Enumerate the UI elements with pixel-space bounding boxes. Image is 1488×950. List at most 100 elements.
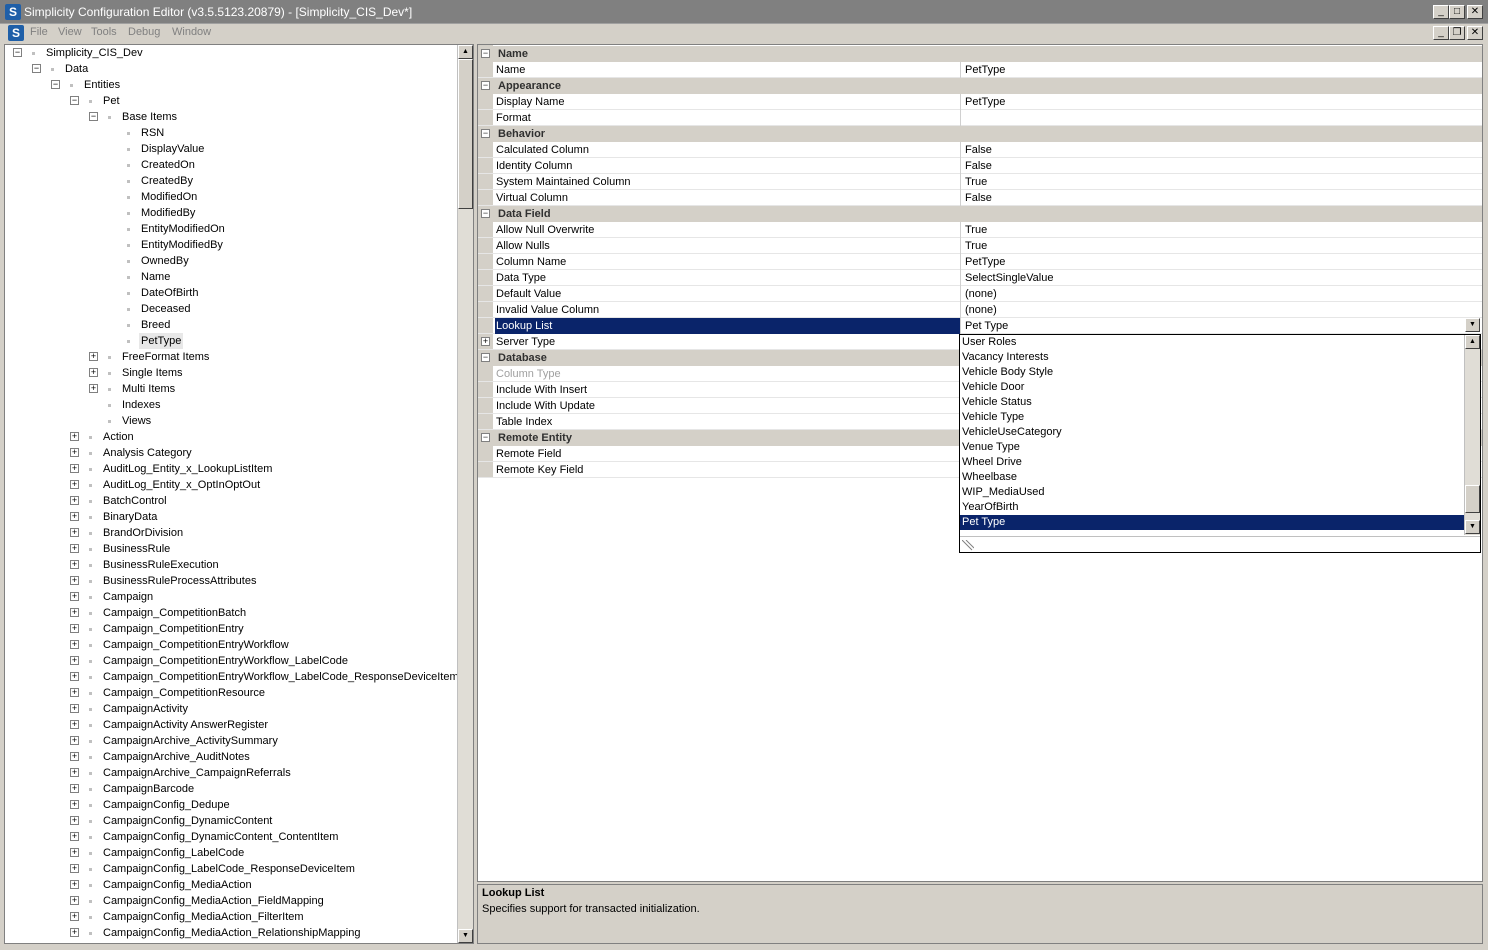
tree-node-entity[interactable]: + Campaign_CompetitionEntry [5, 621, 457, 637]
category-behavior[interactable]: − Behavior [478, 126, 1482, 142]
tree-node-field[interactable]: PetType [5, 333, 457, 349]
tree-node-field[interactable]: EntityModifiedBy [5, 237, 457, 253]
prop-value[interactable]: PetType [960, 62, 1482, 78]
prop-data-type[interactable]: Data Type SelectSingleValue [478, 270, 1482, 286]
collapse-icon[interactable]: − [481, 129, 490, 138]
tree-node-entity[interactable]: + CampaignConfig_MediaAction_FilterItem [5, 909, 457, 925]
tree-node-field[interactable]: ModifiedBy [5, 205, 457, 221]
tree-node-group[interactable]: + FreeFormat Items [5, 349, 457, 365]
expand-icon[interactable]: + [70, 736, 79, 745]
tree-node-entity[interactable]: + CampaignConfig_LabelCode [5, 845, 457, 861]
tree-scrollbar[interactable]: ▲ ▼ [457, 45, 473, 943]
prop-default-value[interactable]: Default Value (none) [478, 286, 1482, 302]
expand-icon[interactable]: + [70, 432, 79, 441]
collapse-icon[interactable]: − [481, 209, 490, 218]
mdi-minimize-button[interactable]: _ [1433, 26, 1449, 40]
collapse-icon[interactable]: − [89, 112, 98, 121]
tree-node-entity[interactable]: + CampaignConfig_MediaAction [5, 877, 457, 893]
scroll-up-icon[interactable]: ▲ [458, 45, 473, 59]
expand-icon[interactable]: + [70, 672, 79, 681]
tree-node-entity[interactable]: + Campaign_CompetitionEntryWorkflow_Label… [5, 669, 459, 685]
expand-icon[interactable]: + [70, 848, 79, 857]
scroll-down-icon[interactable]: ▼ [1465, 520, 1480, 534]
tree-node-entity[interactable]: + CampaignArchive_CampaignReferrals [5, 765, 457, 781]
expand-icon[interactable]: + [70, 800, 79, 809]
expand-icon[interactable]: + [70, 832, 79, 841]
expand-icon[interactable]: + [70, 864, 79, 873]
expand-icon[interactable]: + [70, 448, 79, 457]
collapse-icon[interactable]: − [481, 49, 490, 58]
document-icon[interactable]: S [8, 25, 24, 41]
expand-icon[interactable]: + [70, 528, 79, 537]
prop-value[interactable]: False [960, 190, 1482, 206]
collapse-icon[interactable]: − [32, 64, 41, 73]
entity-tree[interactable]: − Simplicity_CIS_Dev − Data − Entities − Pet − Ba… [4, 44, 474, 944]
tree-node-base-items[interactable]: − Base Items [5, 109, 457, 125]
dropdown-scrollbar[interactable]: ▲ ▼ [1464, 335, 1480, 535]
expand-icon[interactable]: + [70, 928, 79, 937]
expand-icon[interactable]: + [70, 784, 79, 793]
prop-value[interactable]: False [960, 142, 1482, 158]
tree-node-entity[interactable]: + CampaignConfig_DynamicContent [5, 813, 457, 829]
minimize-button[interactable]: _ [1433, 5, 1449, 19]
expand-icon[interactable]: + [70, 624, 79, 633]
dropdown-option[interactable]: User Roles [960, 335, 1464, 350]
expand-icon[interactable]: + [70, 688, 79, 697]
tree-node-root[interactable]: − Simplicity_CIS_Dev [5, 45, 457, 61]
lookup-list-dropdown[interactable]: ▲ ▼ User Roles Vacancy Interests Vehicle B… [959, 334, 1481, 553]
expand-icon[interactable]: + [70, 704, 79, 713]
expand-icon[interactable]: + [89, 368, 98, 377]
tree-node-field[interactable]: Breed [5, 317, 457, 333]
tree-node-entity[interactable]: + CampaignActivity [5, 701, 457, 717]
prop-calculated-column[interactable]: Calculated Column False [478, 142, 1482, 158]
prop-value[interactable]: PetType [960, 254, 1482, 270]
expand-icon[interactable]: + [481, 337, 490, 346]
tree-node-entity[interactable]: + BatchControl [5, 493, 457, 509]
tree-node-field[interactable]: CreatedBy [5, 173, 457, 189]
expand-icon[interactable]: + [70, 896, 79, 905]
tree-node-field[interactable]: Deceased [5, 301, 457, 317]
prop-allow-nulls[interactable]: Allow Nulls True [478, 238, 1482, 254]
tree-node-entity[interactable]: + CampaignConfig_MediaAction_Relationship… [5, 925, 457, 941]
category-appearance[interactable]: − Appearance [478, 78, 1482, 94]
scroll-thumb[interactable] [458, 59, 473, 209]
category-data-field[interactable]: − Data Field [478, 206, 1482, 222]
dropdown-option[interactable]: Vehicle Type [960, 410, 1464, 425]
expand-icon[interactable]: + [89, 352, 98, 361]
collapse-icon[interactable]: − [481, 353, 490, 362]
tree-node-field[interactable]: ModifiedOn [5, 189, 457, 205]
collapse-icon[interactable]: − [51, 80, 60, 89]
prop-value[interactable]: True [960, 238, 1482, 254]
tree-node-entity[interactable]: + AuditLog_Entity_x_LookupListItem [5, 461, 457, 477]
dropdown-option[interactable]: Vehicle Body Style [960, 365, 1464, 380]
mdi-close-button[interactable]: ✕ [1467, 26, 1483, 40]
collapse-icon[interactable]: − [70, 96, 79, 105]
dropdown-option[interactable]: VehicleUseCategory [960, 425, 1464, 440]
prop-column-name[interactable]: Column Name PetType [478, 254, 1482, 270]
dropdown-arrow-icon[interactable]: ▼ [1465, 318, 1480, 332]
expand-icon[interactable]: + [70, 816, 79, 825]
tree-node-entity[interactable]: + Campaign [5, 589, 457, 605]
menu-view[interactable]: View [58, 26, 82, 38]
tree-node-field[interactable]: EntityModifiedOn [5, 221, 457, 237]
menu-tools[interactable]: Tools [91, 26, 117, 38]
prop-value[interactable]: True [960, 174, 1482, 190]
collapse-icon[interactable]: − [481, 81, 490, 90]
prop-value[interactable]: (none) [960, 286, 1482, 302]
expand-icon[interactable]: + [70, 496, 79, 505]
maximize-button[interactable]: □ [1449, 5, 1465, 19]
scroll-up-icon[interactable]: ▲ [1465, 335, 1480, 349]
tree-node-group[interactable]: + Multi Items [5, 381, 457, 397]
tree-node-entity[interactable]: + BusinessRuleProcessAttributes [5, 573, 457, 589]
expand-icon[interactable]: + [70, 608, 79, 617]
tree-node-field[interactable]: OwnedBy [5, 253, 457, 269]
collapse-icon[interactable]: − [13, 48, 22, 57]
expand-icon[interactable]: + [70, 640, 79, 649]
dropdown-option[interactable]: Vehicle Door [960, 380, 1464, 395]
menu-window[interactable]: Window [172, 26, 211, 38]
expand-icon[interactable]: + [70, 544, 79, 553]
prop-value[interactable]: PetType [960, 94, 1482, 110]
tree-node-entity[interactable]: + CampaignBarcode [5, 781, 457, 797]
tree-node-entity[interactable]: + Campaign_CompetitionBatch [5, 605, 457, 621]
tree-node-entity[interactable]: + Campaign_CompetitionResource [5, 685, 457, 701]
